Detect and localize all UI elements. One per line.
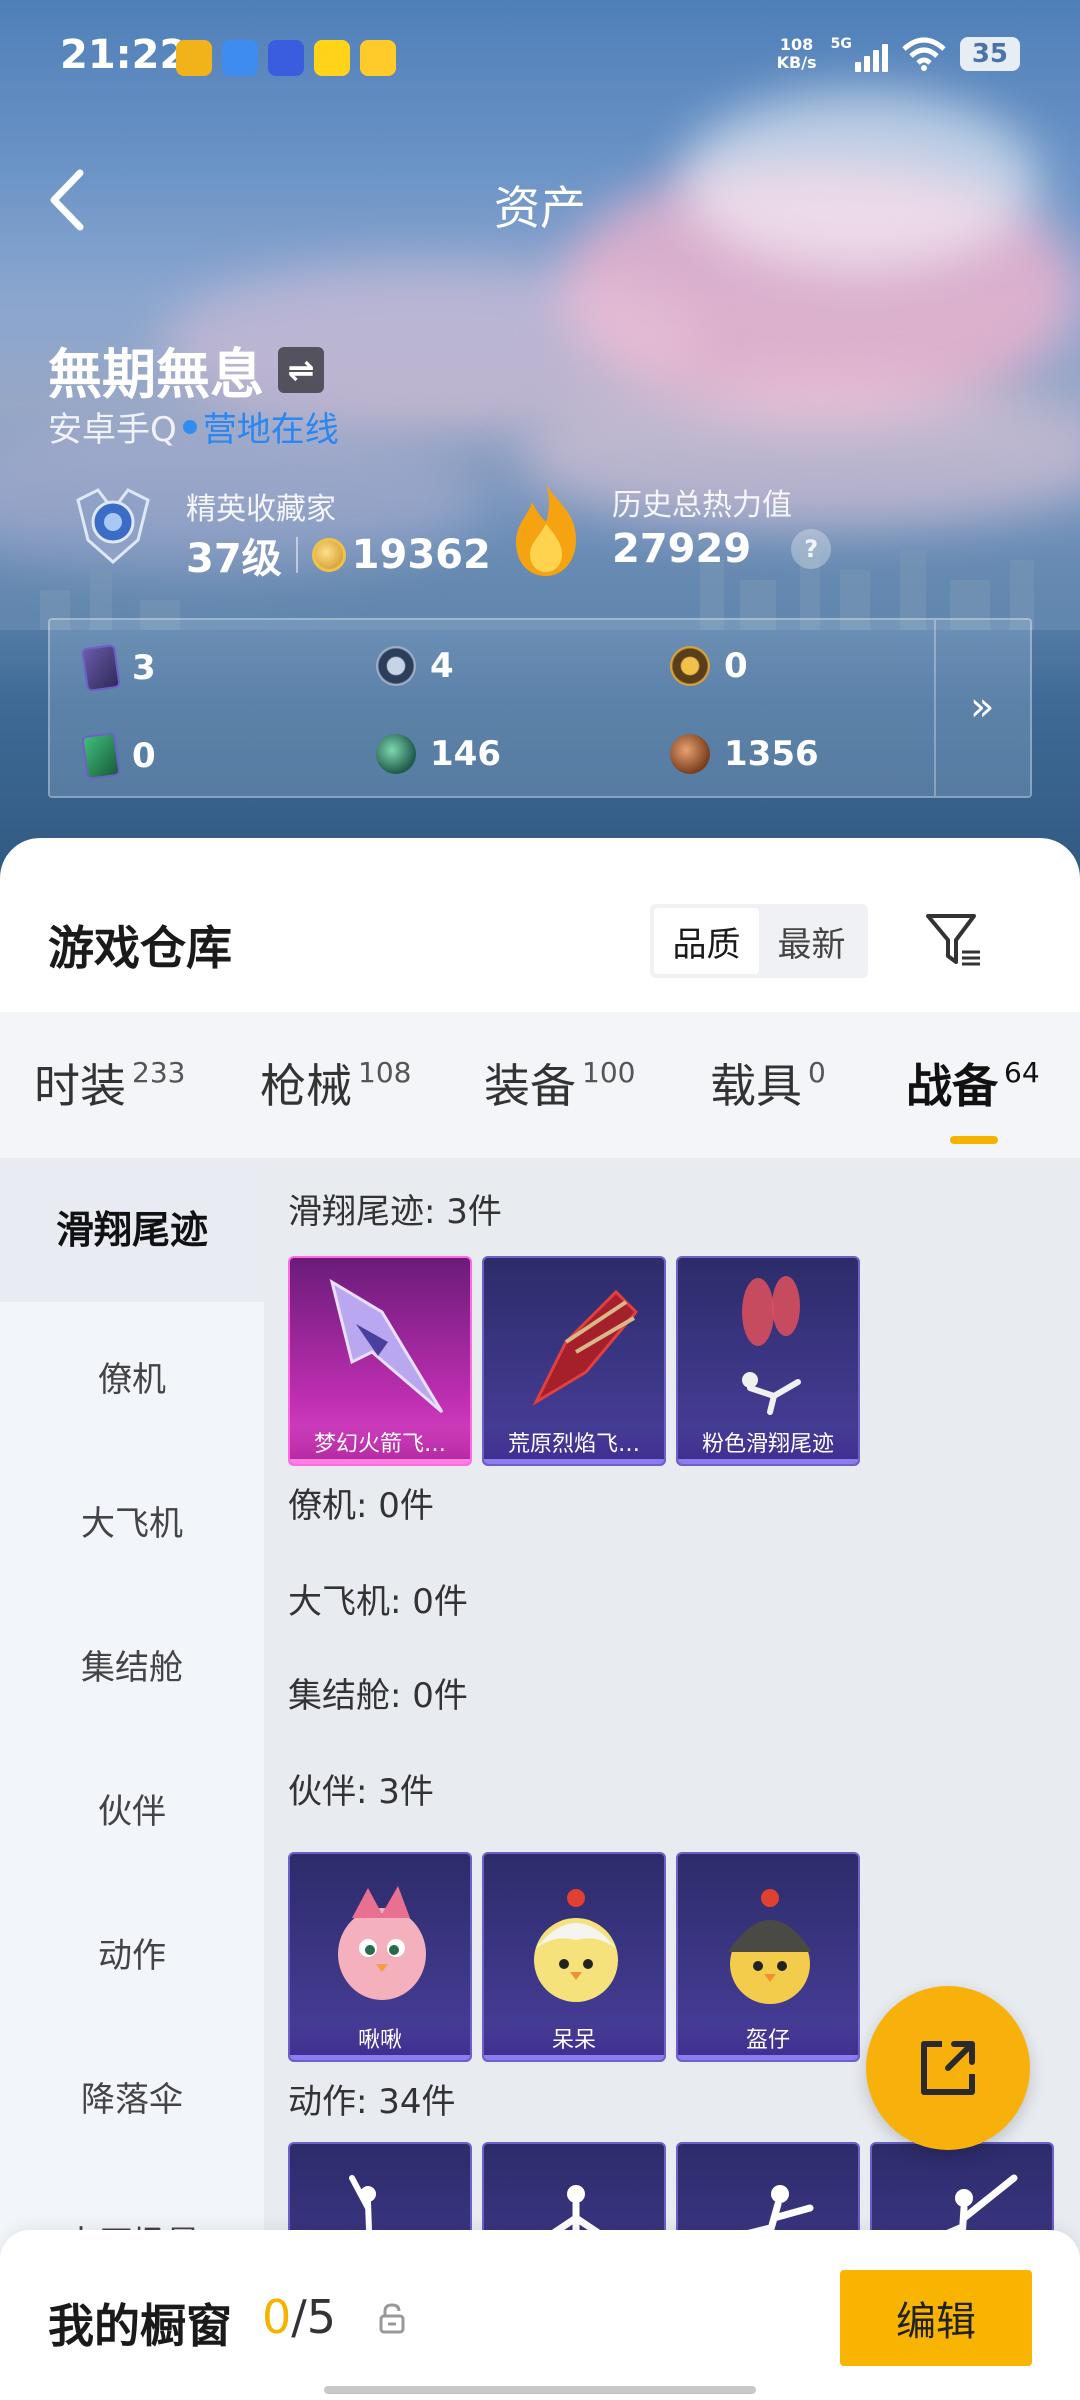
showcase-count: 0/5 [262, 2290, 337, 2344]
asset-summary-panel[interactable]: 3 4 0 0 146 1356 » [48, 618, 1032, 798]
coin-count: 19362 [351, 532, 491, 578]
purple-card-icon [81, 643, 121, 693]
side-item-emote[interactable]: 动作 [0, 1928, 264, 1977]
rank-level: 37级 [186, 536, 282, 582]
tab-battle-gear[interactable]: 战备 64 [906, 1050, 1040, 1116]
share-button[interactable] [866, 1986, 1030, 2150]
sort-quality-button[interactable]: 品质 [654, 908, 759, 974]
sort-toggle: 品质 最新 [650, 904, 868, 978]
edit-button[interactable]: 编辑 [840, 2270, 1032, 2366]
flame-glider-icon [532, 1289, 639, 1406]
item-card[interactable]: 荒原烈焰飞… [482, 1256, 666, 1466]
rank-emblem-icon [76, 488, 150, 564]
glide-trail-cards: 梦幻火箭飞… 荒原烈焰飞… 粉色滑翔尾迹 [288, 1256, 860, 1466]
green-orb-icon [376, 734, 416, 774]
pink-bird-icon [338, 1886, 426, 2000]
share-icon [921, 2041, 975, 2095]
item-card[interactable]: 粉色滑翔尾迹 [676, 1256, 860, 1466]
fire-icon [516, 484, 576, 576]
active-tab-indicator [950, 1136, 998, 1144]
user-name: 無期無息 ⇌ [48, 330, 324, 409]
section-title: 滑翔尾迹: 3件 [288, 1192, 502, 1232]
app-icon [314, 40, 350, 76]
asset-item: 4 [376, 646, 454, 686]
asset-item: 146 [376, 734, 501, 774]
silver-medal-icon [376, 646, 416, 686]
gold-medal-icon [670, 646, 710, 686]
app-icon [268, 40, 304, 76]
section-title: 集结舱: 0件 [288, 1676, 468, 1716]
warehouse-sheet: 游戏仓库 品质 最新 时装 233 枪械 108 装备 100 载具 0 战备 64 滑翔… [0, 838, 1080, 2400]
app-icon [222, 40, 258, 76]
online-dot-icon [182, 419, 197, 434]
heat-title: 历史总热力值 [612, 488, 792, 523]
battery-icon: 35 [959, 37, 1020, 71]
home-indicator[interactable] [324, 2386, 756, 2394]
item-card[interactable]: 梦幻火箭飞… [288, 1256, 472, 1466]
tab-weapons[interactable]: 枪械 108 [260, 1050, 411, 1116]
side-item-pod[interactable]: 集结舱 [0, 1640, 264, 1689]
status-bar: 21:22 108 KB/s 5G 35 [0, 0, 1080, 120]
side-item-glide-trail[interactable]: 滑翔尾迹 [0, 1158, 264, 1302]
asset-item: 3 [81, 643, 156, 693]
heat-value: 27929 [612, 526, 752, 572]
switch-account-icon[interactable]: ⇌ [278, 346, 324, 393]
bronze-coin-icon [670, 734, 710, 774]
showcase-bar: 我的橱窗 0/5 编辑 [0, 2230, 1080, 2400]
tab-fashion[interactable]: 时装 233 [34, 1050, 185, 1116]
warehouse-title: 游戏仓库 [48, 921, 232, 975]
helmet-chick-icon [728, 1889, 812, 2004]
section-title: 动作: 34件 [288, 2082, 456, 2122]
lock-icon [379, 2303, 405, 2334]
item-card[interactable]: 盔仔 [676, 1852, 860, 2062]
section-title: 大飞机: 0件 [288, 1582, 468, 1622]
pink-smoke-trail-icon [742, 1276, 801, 1415]
asset-item: 0 [670, 646, 748, 686]
platform-label: 安卓手Q [48, 410, 177, 450]
online-status: 营地在线 [202, 410, 339, 450]
notification-icons [176, 40, 396, 76]
tab-equipment[interactable]: 装备 100 [484, 1050, 635, 1116]
rank-stats: 37级 19362 [186, 526, 491, 584]
filter-icon[interactable] [924, 910, 984, 970]
tab-vehicles[interactable]: 载具 0 [710, 1050, 826, 1116]
app-icon [360, 40, 396, 76]
account-info: 安卓手Q 营地在线 [48, 402, 339, 451]
rank-title: 精英收藏家 [186, 492, 336, 527]
side-item-parachute[interactable]: 降落伞 [0, 2072, 264, 2121]
yellow-chick-icon [534, 1889, 618, 2002]
green-card-icon [81, 731, 121, 781]
showcase-label: 我的橱窗 [48, 2299, 232, 2353]
wifi-icon [902, 37, 946, 71]
side-item-plane[interactable]: 大飞机 [0, 1496, 264, 1545]
side-item-wingman[interactable]: 僚机 [0, 1352, 264, 1401]
category-tabs: 时装 233 枪械 108 装备 100 载具 0 战备 64 [0, 1012, 1080, 1158]
side-item-companion[interactable]: 伙伴 [0, 1784, 264, 1833]
status-time: 21:22 [60, 32, 188, 78]
section-title: 僚机: 0件 [288, 1486, 434, 1526]
expand-more-icon[interactable]: » [970, 684, 994, 730]
rocket-glider-icon [329, 1278, 444, 1414]
companion-cards: 啾啾 呆呆 盔仔 [288, 1852, 860, 2062]
net-speed: 108 KB/s [776, 35, 817, 72]
asset-item: 1356 [670, 734, 819, 774]
item-card[interactable]: 呆呆 [482, 1852, 666, 2062]
coin-icon [311, 538, 346, 572]
sort-latest-button[interactable]: 最新 [759, 908, 864, 974]
heat-stats: 27929 ? [612, 526, 832, 572]
section-title: 伙伴: 3件 [288, 1772, 434, 1812]
page-title: 资产 [494, 181, 586, 235]
item-list: 滑翔尾迹: 3件 梦幻火箭飞… 荒原烈焰飞… 粉色滑翔尾迹 僚机: 0件 大飞机… [264, 1158, 1080, 2400]
help-icon[interactable]: ? [791, 529, 832, 569]
item-card[interactable]: 啾啾 [288, 1852, 472, 2062]
app-icon [176, 40, 212, 76]
signal-icon: 5G [831, 36, 888, 72]
side-nav: 滑翔尾迹 僚机 大飞机 集结舱 伙伴 动作 降落伞 大厅场景 [0, 1158, 264, 2400]
asset-item: 0 [81, 731, 156, 781]
